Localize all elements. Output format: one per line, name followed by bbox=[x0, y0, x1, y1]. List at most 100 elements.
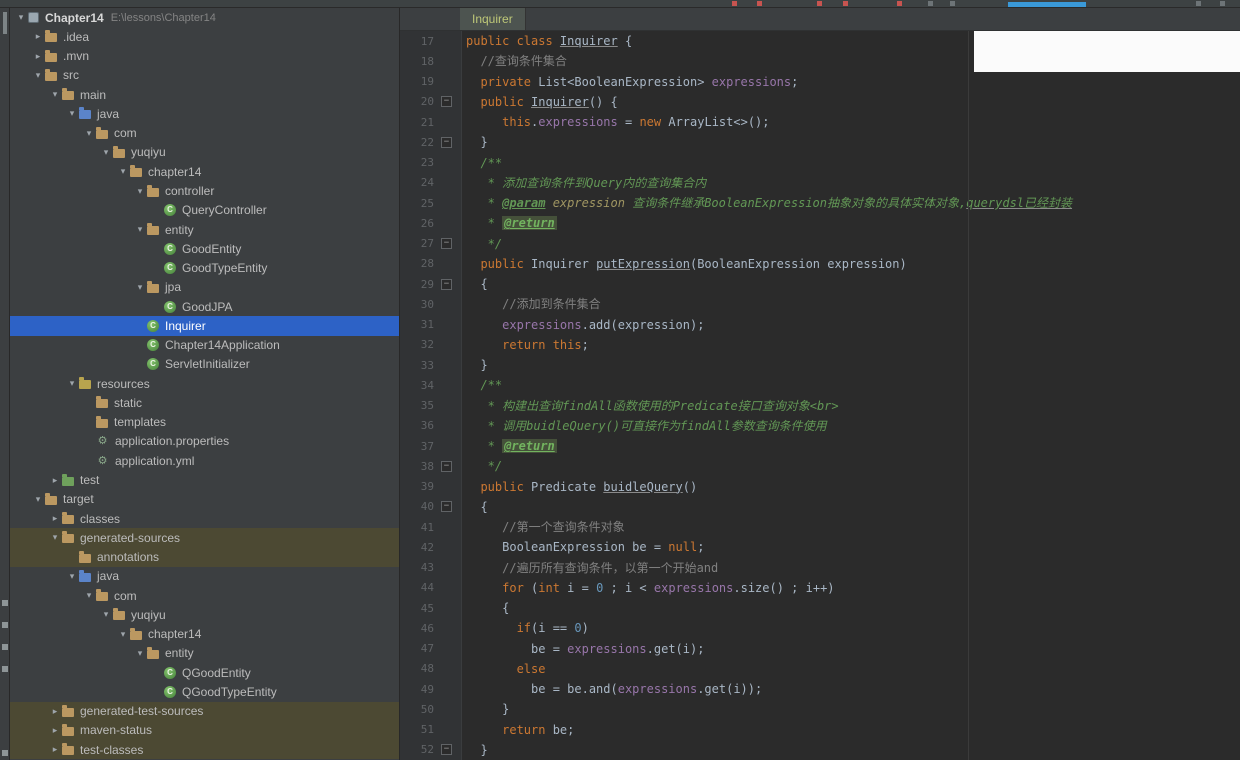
code-line-22[interactable]: } bbox=[462, 132, 1240, 152]
editor-tab-bar[interactable]: Inquirer bbox=[400, 8, 1240, 31]
chevron-down-icon[interactable]: ▾ bbox=[65, 378, 79, 389]
code-line-39[interactable]: public Predicate buidleQuery() bbox=[462, 477, 1240, 497]
chevron-right-icon[interactable]: ▸ bbox=[48, 725, 62, 736]
code-line-19[interactable]: private List<BooleanExpression> expressi… bbox=[462, 72, 1240, 92]
tree-item-chapter14[interactable]: ▾ chapter14 bbox=[10, 162, 399, 181]
code-line-26[interactable]: * @return bbox=[462, 213, 1240, 233]
tree-item-entity[interactable]: ▾ entity bbox=[10, 644, 399, 663]
code-line-32[interactable]: return this; bbox=[462, 335, 1240, 355]
gutter[interactable]: 17 18 19 20−21 22−23 24 25 26 27−28 29−30 31 32 33 34… bbox=[400, 31, 462, 760]
tool-window-button[interactable] bbox=[2, 644, 8, 650]
code-line-48[interactable]: else bbox=[462, 659, 1240, 679]
tree-item-entity[interactable]: ▾ entity bbox=[10, 220, 399, 239]
code-line-23[interactable]: /** bbox=[462, 153, 1240, 173]
tool-window-button[interactable] bbox=[3, 12, 7, 34]
tree-item-qgoodentity[interactable]: C QGoodEntity bbox=[10, 663, 399, 682]
fold-end-icon[interactable]: − bbox=[441, 238, 452, 250]
tree-item-main[interactable]: ▾ main bbox=[10, 85, 399, 104]
chevron-down-icon[interactable]: ▾ bbox=[31, 494, 45, 505]
chevron-down-icon[interactable]: ▾ bbox=[31, 70, 45, 81]
fold-start-icon[interactable]: − bbox=[441, 96, 452, 108]
code-line-24[interactable]: * 添加查询条件到Query内的查询集合内 bbox=[462, 173, 1240, 193]
tree-item-target[interactable]: ▾ target bbox=[10, 490, 399, 509]
code-line-28[interactable]: public Inquirer putExpression(BooleanExp… bbox=[462, 254, 1240, 274]
tree-item-servletinitializer[interactable]: C ServletInitializer bbox=[10, 355, 399, 374]
code-line-50[interactable]: } bbox=[462, 699, 1240, 719]
code-line-49[interactable]: be = be.and(expressions.get(i)); bbox=[462, 679, 1240, 699]
project-panel[interactable]: ▾ Chapter14 E:\lessons\Chapter14 ▸ .idea ▸ .mv… bbox=[10, 8, 400, 760]
tree-item-controller[interactable]: ▾ controller bbox=[10, 181, 399, 200]
chevron-down-icon[interactable]: ▾ bbox=[65, 571, 79, 582]
chevron-down-icon[interactable]: ▾ bbox=[133, 648, 147, 659]
tool-window-stripe[interactable] bbox=[0, 8, 10, 760]
tree-item-yuqiyu[interactable]: ▾ yuqiyu bbox=[10, 143, 399, 162]
code-line-46[interactable]: if(i == 0) bbox=[462, 618, 1240, 638]
tree-item-generated-sources[interactable]: ▾ generated-sources bbox=[10, 528, 399, 548]
chevron-down-icon[interactable]: ▾ bbox=[82, 128, 96, 139]
chevron-down-icon[interactable]: ▾ bbox=[65, 108, 79, 119]
code-line-44[interactable]: for (int i = 0 ; i < expressions.size() … bbox=[462, 578, 1240, 598]
code-line-43[interactable]: //遍历所有查询条件，以第一个开始and bbox=[462, 558, 1240, 578]
fold-start-icon[interactable]: − bbox=[441, 501, 452, 513]
tree-item-maven-status[interactable]: ▸ maven-status bbox=[10, 720, 399, 741]
fold-start-icon[interactable]: − bbox=[441, 278, 452, 290]
chevron-right-icon[interactable]: ▸ bbox=[48, 706, 62, 717]
tree-item-qgoodtypeentity[interactable]: C QGoodTypeEntity bbox=[10, 682, 399, 701]
editor-tab-inquirer[interactable]: Inquirer bbox=[460, 8, 526, 30]
tree-item-test-classes[interactable]: ▸ test-classes bbox=[10, 740, 399, 760]
tree-item-mvn[interactable]: ▸ .mvn bbox=[10, 47, 399, 66]
tree-item-jpa[interactable]: ▾ jpa bbox=[10, 278, 399, 297]
tree-item-com[interactable]: ▾ com bbox=[10, 586, 399, 605]
tree-item-application-yml[interactable]: ⚙ application.yml bbox=[10, 451, 399, 470]
code-line-21[interactable]: this.expressions = new ArrayList<>(); bbox=[462, 112, 1240, 132]
tree-item-src[interactable]: ▾ src bbox=[10, 66, 399, 85]
chevron-down-icon[interactable]: ▾ bbox=[99, 609, 113, 620]
code-line-36[interactable]: * 调用buidleQuery()可直接作为findAll参数查询条件使用 bbox=[462, 416, 1240, 436]
tree-item-generated-test-sources[interactable]: ▸ generated-test-sources bbox=[10, 701, 399, 721]
code-line-25[interactable]: * @param expression 查询条件继承BooleanExpress… bbox=[462, 193, 1240, 213]
chevron-down-icon[interactable]: ▾ bbox=[133, 186, 147, 197]
chevron-right-icon[interactable]: ▸ bbox=[48, 475, 62, 486]
code-line-45[interactable]: { bbox=[462, 598, 1240, 618]
code-line-31[interactable]: expressions.add(expression); bbox=[462, 315, 1240, 335]
code-line-29[interactable]: { bbox=[462, 274, 1240, 294]
chevron-down-icon[interactable]: ▾ bbox=[48, 532, 62, 543]
chevron-down-icon[interactable]: ▾ bbox=[133, 282, 147, 293]
chevron-down-icon[interactable]: ▾ bbox=[48, 89, 62, 100]
chevron-down-icon[interactable]: ▾ bbox=[99, 147, 113, 158]
code-line-27[interactable]: */ bbox=[462, 234, 1240, 254]
code-editor[interactable]: public class Inquirer { //查询条件集合 private… bbox=[462, 31, 1240, 760]
tree-item-test[interactable]: ▸ test bbox=[10, 470, 399, 489]
tree-item-goodentity[interactable]: C GoodEntity bbox=[10, 239, 399, 258]
code-line-33[interactable]: } bbox=[462, 355, 1240, 375]
tree-item-idea[interactable]: ▸ .idea bbox=[10, 27, 399, 46]
tree-item-chapter14application[interactable]: C Chapter14Application bbox=[10, 336, 399, 355]
tree-item-chapter14[interactable]: ▾ chapter14 bbox=[10, 625, 399, 644]
code-line-30[interactable]: //添加到条件集合 bbox=[462, 294, 1240, 314]
code-line-42[interactable]: BooleanExpression be = null; bbox=[462, 537, 1240, 557]
tree-item-goodjpa[interactable]: C GoodJPA bbox=[10, 297, 399, 316]
tool-window-button[interactable] bbox=[2, 600, 8, 606]
fold-end-icon[interactable]: − bbox=[441, 136, 452, 148]
tree-item-java[interactable]: ▾ java bbox=[10, 104, 399, 123]
tree-item-java[interactable]: ▾ java bbox=[10, 567, 399, 586]
tool-window-button[interactable] bbox=[2, 750, 8, 756]
chevron-right-icon[interactable]: ▸ bbox=[48, 513, 62, 524]
code-line-40[interactable]: { bbox=[462, 497, 1240, 517]
tree-item-static[interactable]: static bbox=[10, 393, 399, 412]
chevron-down-icon[interactable]: ▾ bbox=[133, 224, 147, 235]
tool-window-button[interactable] bbox=[2, 622, 8, 628]
code-line-51[interactable]: return be; bbox=[462, 720, 1240, 740]
tree-item-annotations[interactable]: annotations bbox=[10, 547, 399, 567]
code-line-37[interactable]: * @return bbox=[462, 436, 1240, 456]
tree-item-inquirer[interactable]: C Inquirer bbox=[10, 316, 399, 336]
code-line-34[interactable]: /** bbox=[462, 375, 1240, 395]
tree-item-querycontroller[interactable]: C QueryController bbox=[10, 201, 399, 220]
tree-item-yuqiyu[interactable]: ▾ yuqiyu bbox=[10, 605, 399, 624]
fold-end-icon[interactable]: − bbox=[441, 460, 452, 472]
code-line-47[interactable]: be = expressions.get(i); bbox=[462, 639, 1240, 659]
chevron-down-icon[interactable]: ▾ bbox=[116, 166, 130, 177]
tree-item-application-properties[interactable]: ⚙ application.properties bbox=[10, 432, 399, 451]
code-line-20[interactable]: public Inquirer() { bbox=[462, 92, 1240, 112]
tool-window-button[interactable] bbox=[2, 666, 8, 672]
